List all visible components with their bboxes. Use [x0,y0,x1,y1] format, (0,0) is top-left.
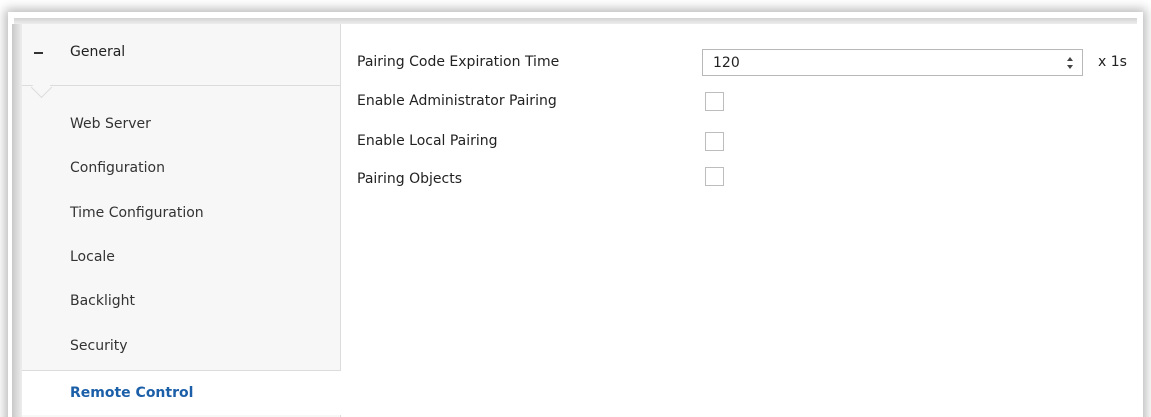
sidebar-item-label: Web Server [70,116,151,132]
pairing-objects-checkbox[interactable] [705,167,724,186]
window-left-edge [12,24,22,417]
spin-down-icon[interactable] [1067,65,1073,69]
pairing-code-expiration-input[interactable] [703,50,1053,75]
pairing-objects-label: Pairing Objects [357,171,463,187]
sidebar-item-configuration[interactable]: Configuration [22,146,340,190]
sidebar: General Web Server Configuration Time Co… [22,24,341,417]
sidebar-item-locale[interactable]: Locale [22,235,340,279]
enable-administrator-pairing-checkbox[interactable] [705,92,724,111]
sidebar-item-remote-control[interactable]: Remote Control [22,370,341,415]
sidebar-item-label: Security [70,338,128,354]
minus-icon-stroke [34,52,43,54]
parameter-panel: Pairing Code Expiration Time x 1s Enable… [341,24,1137,417]
sidebar-item-label: Locale [70,249,115,265]
expiration-unit-label: x 1s [1098,54,1127,70]
sidebar-section-general[interactable]: General [22,24,340,86]
sidebar-item-label: Time Configuration [70,205,204,221]
minus-icon[interactable] [32,41,46,63]
sidebar-item-backlight[interactable]: Backlight [22,279,340,323]
spin-up-icon[interactable] [1067,57,1073,61]
enable-local-pairing-checkbox[interactable] [705,132,724,151]
pairing-code-expiration-label: Pairing Code Expiration Time [357,54,560,70]
sidebar-item-label: Remote Control [70,385,194,401]
enable-administrator-pairing-label: Enable Administrator Pairing [357,93,557,109]
sidebar-section-title: General [70,44,126,60]
enable-local-pairing-label: Enable Local Pairing [357,133,498,149]
sidebar-item-label: Configuration [70,160,165,176]
sidebar-item-label: Backlight [70,293,136,309]
sidebar-item-web-server[interactable]: Web Server [22,102,340,146]
screenshot-stage: General Web Server Configuration Time Co… [0,0,1151,417]
parameters-window: General Web Server Configuration Time Co… [22,24,1137,417]
spinner-control[interactable] [1066,53,1076,73]
sidebar-item-time-configuration[interactable]: Time Configuration [22,191,340,235]
pairing-code-expiration-stepper[interactable] [702,49,1083,76]
sidebar-item-security[interactable]: Security [22,324,340,368]
